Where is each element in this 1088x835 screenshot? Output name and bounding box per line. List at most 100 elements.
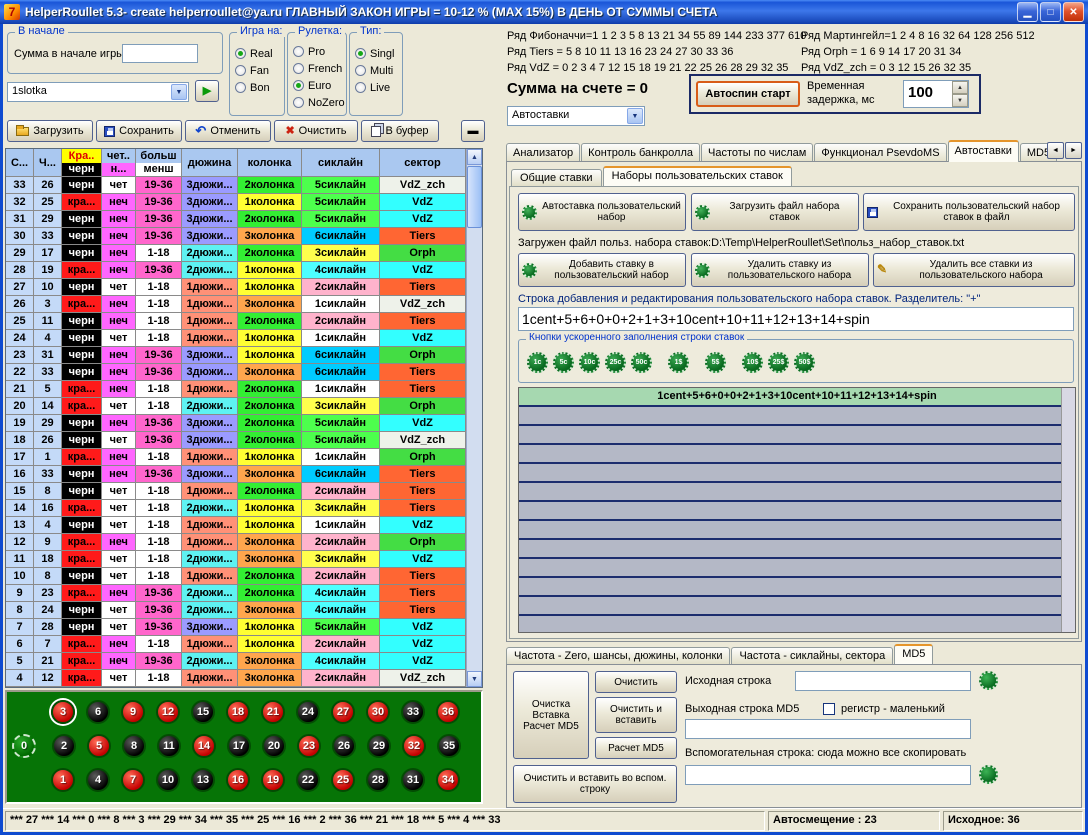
tab-Частоты по числам[interactable]: Частоты по числам: [701, 143, 813, 162]
board-number-25[interactable]: 25: [331, 768, 355, 792]
board-number-7[interactable]: 7: [121, 768, 145, 792]
bet-list-row[interactable]: [519, 502, 1075, 521]
board-number-36[interactable]: 36: [436, 700, 460, 724]
history-row[interactable]: 129кра...неч1-181дюжи...3колонка2сиклайн…: [6, 534, 466, 551]
history-row[interactable]: 171кра...неч1-181дюжи...1колонка1сиклайн…: [6, 449, 466, 466]
history-row[interactable]: 1118кра...чет1-182дюжи...3колонка3сиклай…: [6, 551, 466, 568]
history-row[interactable]: 3225кра...неч19-363дюжи...1колонка5сикла…: [6, 194, 466, 211]
board-number-31[interactable]: 31: [401, 768, 425, 792]
save-bets-file-button[interactable]: Сохранить пользовательский набор ставок …: [863, 193, 1075, 231]
board-number-10[interactable]: 10: [156, 768, 180, 792]
history-row[interactable]: 1929черннеч19-363дюжи...2колонка5сиклайн…: [6, 415, 466, 432]
bet-chip-5$[interactable]: 5$: [705, 352, 726, 373]
radio-icon[interactable]: [235, 65, 246, 76]
board-number-14[interactable]: 14: [192, 734, 216, 758]
md5-aux-go-button[interactable]: [979, 765, 998, 784]
tab-Контроль банкролла[interactable]: Контроль банкролла: [581, 143, 700, 162]
bet-chip-1c[interactable]: 1c: [527, 352, 548, 373]
radio-icon[interactable]: [355, 48, 366, 59]
board-number-33[interactable]: 33: [401, 700, 425, 724]
bottom-tab[interactable]: MD5: [894, 644, 933, 664]
board-number-35[interactable]: 35: [437, 734, 461, 758]
collapse-button[interactable]: ▬: [461, 120, 485, 142]
radio-icon[interactable]: [235, 82, 246, 93]
radio-icon[interactable]: [355, 82, 366, 93]
tabs-scroll-left-icon[interactable]: ◄: [1047, 142, 1064, 159]
bet-chip-10c[interactable]: 10c: [579, 352, 600, 373]
copy-to-buffer-button[interactable]: В буфер: [361, 120, 439, 142]
history-row[interactable]: 412кра...чет1-181дюжи...3колонка2сиклайн…: [6, 670, 466, 687]
radio-option-live[interactable]: Live: [350, 79, 402, 96]
board-number-28[interactable]: 28: [366, 768, 390, 792]
autobets-combobox[interactable]: Автоставки ▼: [507, 106, 645, 126]
history-row[interactable]: 1633черннеч19-363дюжи...3колонка6сиклайн…: [6, 466, 466, 483]
radio-icon[interactable]: [355, 65, 366, 76]
subtab[interactable]: Общие ставки: [511, 169, 602, 186]
bet-chip-10$[interactable]: 10$: [742, 352, 763, 373]
bet-chip-25c[interactable]: 25c: [605, 352, 626, 373]
tab-Анализатор[interactable]: Анализатор: [506, 143, 580, 162]
tabs-scroll-right-icon[interactable]: ►: [1065, 142, 1082, 159]
radio-option-french[interactable]: French: [288, 60, 346, 77]
save-button[interactable]: Сохранить: [96, 120, 182, 142]
history-row[interactable]: 67кра...неч1-181дюжи...1колонка2сиклайнV…: [6, 636, 466, 653]
radio-option-pro[interactable]: Pro: [288, 43, 346, 60]
radio-option-fan[interactable]: Fan: [230, 62, 284, 79]
bet-list-row[interactable]: [519, 616, 1075, 633]
board-number-26[interactable]: 26: [332, 734, 356, 758]
spinner-down-icon[interactable]: ▼: [952, 94, 968, 107]
delete-bet-button[interactable]: Удалить ставку из пользовательского набо…: [691, 253, 869, 287]
board-number-27[interactable]: 27: [331, 700, 355, 724]
board-number-2[interactable]: 2: [52, 734, 76, 758]
slot-combobox[interactable]: 1slotka ▼: [7, 82, 189, 102]
chevron-down-icon[interactable]: ▼: [171, 84, 187, 100]
radio-option-bon[interactable]: Bon: [230, 79, 284, 96]
history-row[interactable]: 2014кра...чет1-182дюжи...2колонка3сиклай…: [6, 398, 466, 415]
board-number-30[interactable]: 30: [366, 700, 390, 724]
table-scrollbar[interactable]: ▲ ▼: [466, 149, 482, 687]
tab-Автоставки[interactable]: Автоставки: [948, 140, 1019, 162]
board-number-5[interactable]: 5: [87, 734, 111, 758]
history-row[interactable]: 3129черннеч19-363дюжи...2колонка5сиклайн…: [6, 211, 466, 228]
bet-list-row[interactable]: [519, 559, 1075, 578]
bet-list-row[interactable]: [519, 483, 1075, 502]
board-number-4[interactable]: 4: [86, 768, 110, 792]
tab-Функционал PsevdoMS[interactable]: Функционал PsevdoMS: [814, 143, 946, 162]
bottom-tab[interactable]: Частота - сиклайны, сектора: [731, 647, 893, 664]
history-row[interactable]: 2511черннеч1-181дюжи...2колонка2сиклайнT…: [6, 313, 466, 330]
md5-clear-paste-button[interactable]: Очистить и вставить: [595, 697, 677, 733]
board-number-32[interactable]: 32: [402, 734, 426, 758]
history-row[interactable]: 134чернчет1-181дюжи...1колонка1сиклайнVd…: [6, 517, 466, 534]
bet-list-row[interactable]: [519, 464, 1075, 483]
bet-list-row[interactable]: [519, 445, 1075, 464]
history-row[interactable]: 2819кра...неч19-362дюжи...1колонка4сикла…: [6, 262, 466, 279]
history-row[interactable]: 2233черннеч19-363дюжи...3колонка6сиклайн…: [6, 364, 466, 381]
bet-list-row[interactable]: [519, 407, 1075, 426]
md5-source-input[interactable]: [795, 671, 971, 691]
load-button[interactable]: Загрузить: [7, 120, 93, 142]
history-row[interactable]: 2331черннеч19-363дюжи...1колонка6сиклайн…: [6, 347, 466, 364]
board-number-34[interactable]: 34: [436, 768, 460, 792]
board-number-29[interactable]: 29: [367, 734, 391, 758]
start-sum-input[interactable]: [122, 44, 198, 63]
subtab[interactable]: Наборы пользовательских ставок: [603, 166, 792, 186]
board-number-16[interactable]: 16: [226, 768, 250, 792]
board-number-3[interactable]: 3: [51, 700, 75, 724]
board-number-0[interactable]: 0: [12, 734, 36, 758]
delay-spinner[interactable]: 100 ▲ ▼: [903, 80, 969, 108]
bet-list-row[interactable]: 1cent+5+6+0+0+2+1+3+10cent+10+11+12+13+1…: [519, 388, 1075, 407]
history-row[interactable]: 3326чернчет19-363дюжи...2колонка5сиклайн…: [6, 177, 466, 194]
radio-option-euro[interactable]: Euro: [288, 77, 346, 94]
bet-chip-50c[interactable]: 50c: [631, 352, 652, 373]
radio-icon[interactable]: [293, 46, 304, 57]
load-bets-file-button[interactable]: Загрузить файл набора ставок: [691, 193, 859, 231]
bet-set-list[interactable]: 1cent+5+6+0+0+2+1+3+10cent+10+11+12+13+1…: [518, 387, 1076, 633]
radio-icon[interactable]: [293, 97, 304, 108]
md5-clear-paste-aux-button[interactable]: Очистить и вставить во вспом. строку: [513, 765, 677, 803]
history-row[interactable]: 1826чернчет19-363дюжи...2колонка5сиклайн…: [6, 432, 466, 449]
board-number-17[interactable]: 17: [227, 734, 251, 758]
radio-option-singl[interactable]: Singl: [350, 45, 402, 62]
radio-option-real[interactable]: Real: [230, 45, 284, 62]
radio-icon[interactable]: [293, 63, 304, 74]
close-button[interactable]: ✕: [1063, 2, 1084, 22]
